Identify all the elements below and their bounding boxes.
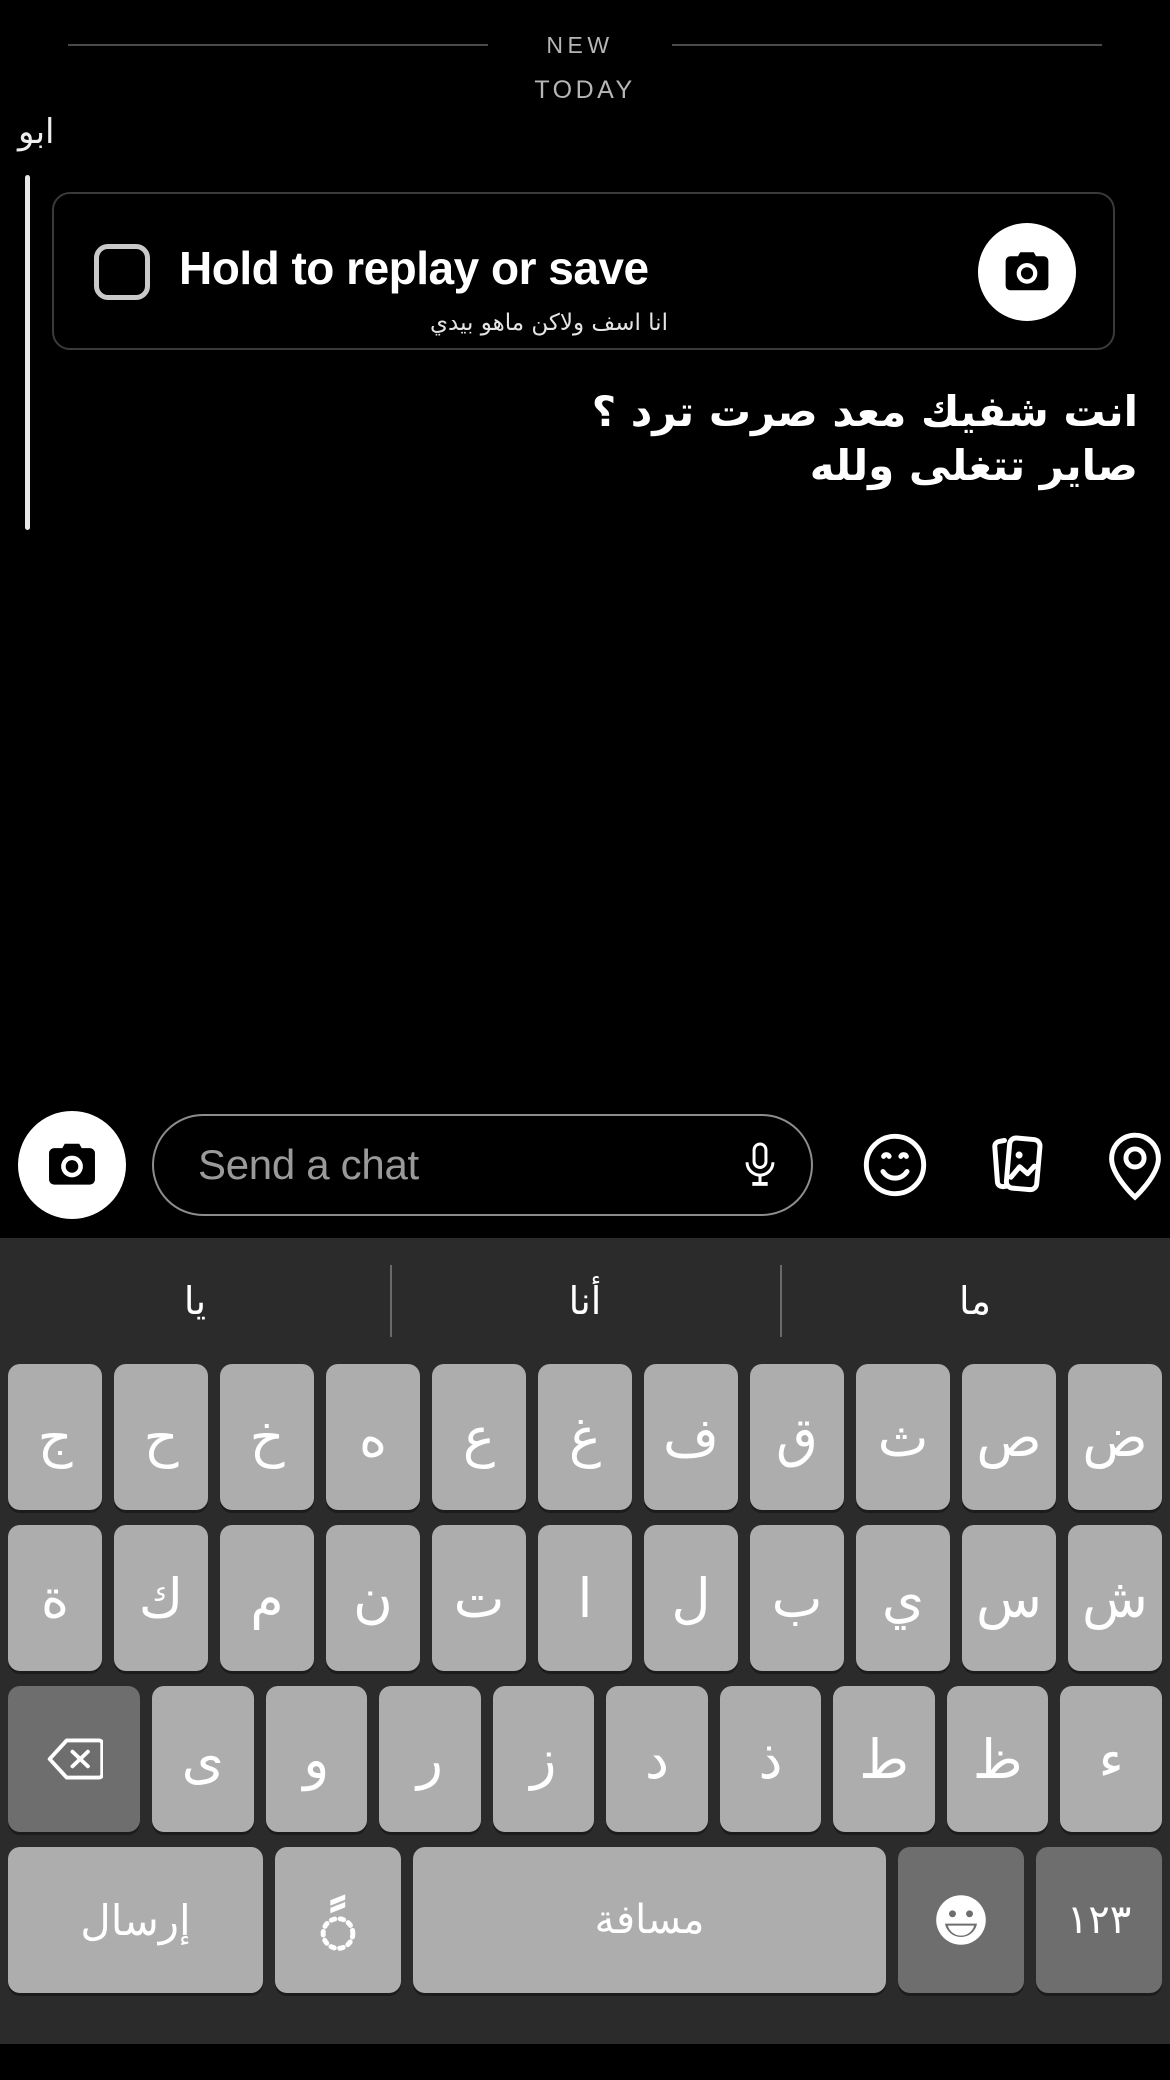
- suggestion-item[interactable]: أنا: [390, 1279, 780, 1323]
- chat-input-container[interactable]: [152, 1114, 813, 1216]
- send-key[interactable]: إرسال: [8, 1847, 263, 1993]
- suggestion-item[interactable]: يا: [0, 1279, 390, 1323]
- key-sheen[interactable]: ش: [1068, 1525, 1162, 1671]
- suggestion-item[interactable]: ما: [780, 1279, 1170, 1323]
- key-alef-maqsura[interactable]: ى: [151, 1686, 254, 1832]
- home-indicator-area: [0, 2044, 1170, 2080]
- key-zain[interactable]: ز: [492, 1686, 595, 1832]
- unread-thread-indicator: [25, 175, 30, 530]
- key-kha[interactable]: خ: [220, 1364, 314, 1510]
- sender-name: ابو: [18, 112, 55, 152]
- backspace-delete-icon[interactable]: [7, 1686, 140, 1832]
- key-hamza[interactable]: ء: [1060, 1686, 1163, 1832]
- key-lam[interactable]: ل: [644, 1525, 738, 1671]
- key-waw[interactable]: و: [265, 1686, 368, 1832]
- key-sad[interactable]: ص: [962, 1364, 1056, 1510]
- snap-opened-square-icon: [94, 244, 150, 300]
- today-date-label: TODAY: [534, 76, 636, 104]
- key-qaf[interactable]: ق: [750, 1364, 844, 1510]
- key-jeem[interactable]: ج: [8, 1364, 102, 1510]
- key-dal[interactable]: د: [606, 1686, 708, 1832]
- key-ta[interactable]: ت: [432, 1525, 526, 1671]
- snap-card-inner: Hold to replay or save انا اسف ولاكن ماه…: [54, 194, 1113, 348]
- keyboard-row-2: ش س ي ب ل ا ت ن م ك ة: [8, 1525, 1162, 1671]
- key-noon[interactable]: ن: [326, 1525, 420, 1671]
- conversation-area: NEW TODAY ابو Hold to replay or save انا…: [0, 0, 1170, 1092]
- key-ya[interactable]: ي: [856, 1525, 950, 1671]
- key-tha[interactable]: ث: [856, 1364, 950, 1510]
- key-meem[interactable]: م: [220, 1525, 314, 1671]
- location-pin-icon[interactable]: [1095, 1125, 1170, 1205]
- key-rows: ض ص ث ق ف غ ع ه خ ح ج ش س ي ب ل ا ت ن م …: [0, 1364, 1170, 2044]
- snap-message-card[interactable]: Hold to replay or save انا اسف ولاكن ماه…: [52, 192, 1115, 350]
- divider-rule-right: [671, 44, 1102, 46]
- new-messages-divider: NEW: [0, 28, 1170, 62]
- keyboard-row-bottom: ١٢٣ مسافة إرسال: [8, 1847, 1162, 1993]
- key-ta-marbuta[interactable]: ة: [8, 1525, 102, 1671]
- key-fa[interactable]: ف: [644, 1364, 738, 1510]
- microphone-icon[interactable]: [739, 1139, 781, 1191]
- key-ghayn[interactable]: غ: [538, 1364, 632, 1510]
- divider-rule-left: [68, 44, 489, 46]
- key-ra[interactable]: ر: [379, 1686, 481, 1832]
- snap-card-subtitle: انا اسف ولاكن ماهو بيدي: [430, 310, 668, 336]
- arabic-keyboard: يا أنا ما ض ص ث ق ف غ ع ه خ ح ج ش س ي ب …: [0, 1238, 1170, 2080]
- outgoing-message-group: انت شفيك معد صرت ترد ؟ صاير تتغلى ولله: [238, 385, 1138, 493]
- key-ayn[interactable]: ع: [432, 1364, 526, 1510]
- key-seen[interactable]: س: [962, 1525, 1056, 1671]
- key-ba[interactable]: ب: [750, 1525, 844, 1671]
- smiley-sticker-icon[interactable]: [855, 1125, 935, 1205]
- snapchat-chat-screen: NEW TODAY ابو Hold to replay or save انا…: [0, 0, 1170, 2080]
- key-hah[interactable]: ح: [114, 1364, 208, 1510]
- key-dad[interactable]: ض: [1068, 1364, 1162, 1510]
- emoji-face-icon[interactable]: [898, 1847, 1024, 1993]
- new-divider-label: NEW: [546, 31, 614, 58]
- numbers-key[interactable]: ١٢٣: [1036, 1847, 1162, 1993]
- arabic-diacritics-icon[interactable]: [275, 1847, 401, 1993]
- key-alef[interactable]: ا: [538, 1525, 632, 1671]
- key-zah[interactable]: ظ: [946, 1686, 1049, 1832]
- snap-card-title: Hold to replay or save: [179, 242, 649, 294]
- camera-icon[interactable]: [18, 1111, 126, 1219]
- outgoing-message-line: انت شفيك معد صرت ترد ؟: [591, 387, 1138, 436]
- key-ha[interactable]: ه: [326, 1364, 420, 1510]
- camera-icon[interactable]: [978, 223, 1076, 321]
- space-key[interactable]: مسافة: [413, 1847, 886, 1993]
- keyboard-row-3: ء ظ ط ذ د ز ر و ى: [7, 1686, 1163, 1832]
- chat-input-bar: [0, 1092, 1170, 1238]
- photo-cards-icon[interactable]: [975, 1125, 1055, 1205]
- key-thal[interactable]: ذ: [719, 1686, 822, 1832]
- outgoing-message-line: صاير تتغلى ولله: [809, 440, 1138, 490]
- suggestion-bar: يا أنا ما: [0, 1238, 1170, 1364]
- key-kaf[interactable]: ك: [114, 1525, 208, 1671]
- keyboard-row-1: ض ص ث ق ف غ ع ه خ ح ج: [8, 1364, 1162, 1510]
- search-input[interactable]: [198, 1141, 739, 1189]
- key-tah[interactable]: ط: [833, 1686, 935, 1832]
